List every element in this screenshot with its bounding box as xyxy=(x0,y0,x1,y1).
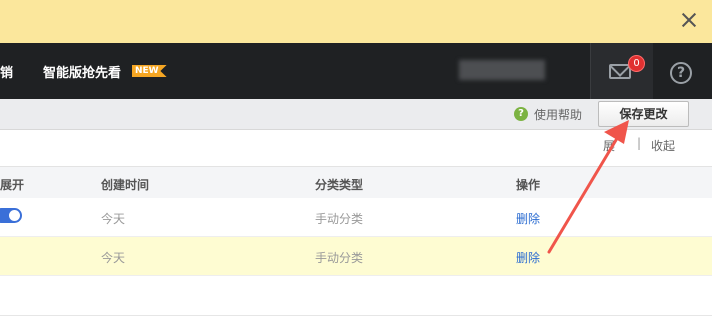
annotation-arrow xyxy=(547,120,629,254)
